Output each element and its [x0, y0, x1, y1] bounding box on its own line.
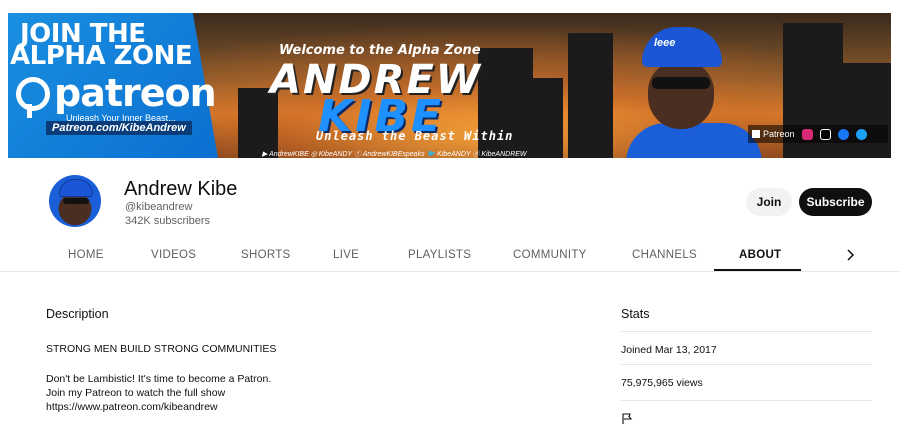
banner-slogan: Unleash the Beast Within	[316, 129, 514, 143]
banner-welcome: Welcome to the Alpha Zone	[279, 43, 481, 58]
banner-links: Patreon	[748, 125, 888, 143]
twitter-icon[interactable]	[855, 128, 867, 140]
portrait-shirt	[626, 123, 762, 158]
channel-avatar[interactable]	[49, 175, 101, 227]
portrait-face	[648, 61, 714, 129]
join-alpha-zone-text: JOIN THE ALPHA ZONE	[10, 21, 193, 69]
banner-building	[533, 78, 563, 158]
description-link[interactable]: https://www.patreon.com/kibeandrew	[46, 401, 218, 413]
stat-joined-date: Joined Mar 13, 2017	[621, 331, 872, 364]
banner-link-patreon-label: Patreon	[763, 129, 795, 139]
subscriber-count: 342K subscribers	[125, 215, 210, 227]
join-line-2: ALPHA ZONE	[10, 41, 193, 71]
tab-shorts[interactable]: SHORTS	[241, 249, 291, 261]
tab-community[interactable]: COMMUNITY	[513, 249, 587, 261]
tab-playlists[interactable]: PLAYLISTS	[408, 249, 471, 261]
flag-icon[interactable]	[621, 412, 633, 424]
patreon-logo-icon	[16, 77, 50, 118]
avatar-cap	[59, 179, 93, 197]
channel-tabs: HOME VIDEOS SHORTS LIVE PLAYLISTS COMMUN…	[0, 240, 899, 272]
channel-name: Andrew Kibe	[124, 178, 238, 200]
chevron-right-icon[interactable]	[840, 246, 860, 266]
active-tab-indicator	[714, 269, 801, 271]
stats-heading: Stats	[621, 307, 650, 321]
portrait-glasses	[652, 77, 710, 89]
join-button[interactable]: Join	[746, 188, 792, 216]
banner-building	[568, 33, 613, 158]
avatar-glasses	[63, 198, 89, 204]
patreon-icon	[752, 130, 760, 138]
stat-divider	[621, 400, 872, 426]
patreon-url: Patreon.com/KibeAndrew	[46, 121, 192, 135]
tab-home[interactable]: HOME	[68, 249, 104, 261]
tiktok-icon[interactable]	[819, 128, 831, 140]
channel-banner: JOIN THE ALPHA ZONE patreon Unleash Your…	[8, 13, 891, 158]
patreon-wordmark: patreon	[54, 71, 217, 115]
tab-channels[interactable]: CHANNELS	[632, 249, 697, 261]
instagram-icon[interactable]	[801, 128, 813, 140]
subscribe-button[interactable]: Subscribe	[799, 188, 872, 216]
banner-link-patreon[interactable]: Patreon	[752, 129, 795, 139]
banner-social-handles: ▶ AndrewKIBE ◎ KibeANDY ⓕ AndrewKIBEspea…	[262, 151, 527, 158]
channel-handle: @kibeandrew	[125, 201, 193, 213]
description-heading: Description	[46, 307, 109, 321]
facebook-icon[interactable]	[837, 128, 849, 140]
description-line: STRONG MEN BUILD STRONG COMMUNITIES	[46, 343, 277, 355]
tab-live[interactable]: LIVE	[333, 249, 359, 261]
tab-videos[interactable]: VIDEOS	[151, 249, 196, 261]
banner-building	[843, 63, 891, 158]
tab-about[interactable]: ABOUT	[739, 249, 781, 261]
description-line: Don't be Lambistic! It's time to become …	[46, 373, 272, 385]
stat-view-count: 75,975,965 views	[621, 364, 872, 397]
description-line: Join my Patreon to watch the full show	[46, 387, 226, 399]
cap-text: leee	[654, 37, 676, 49]
